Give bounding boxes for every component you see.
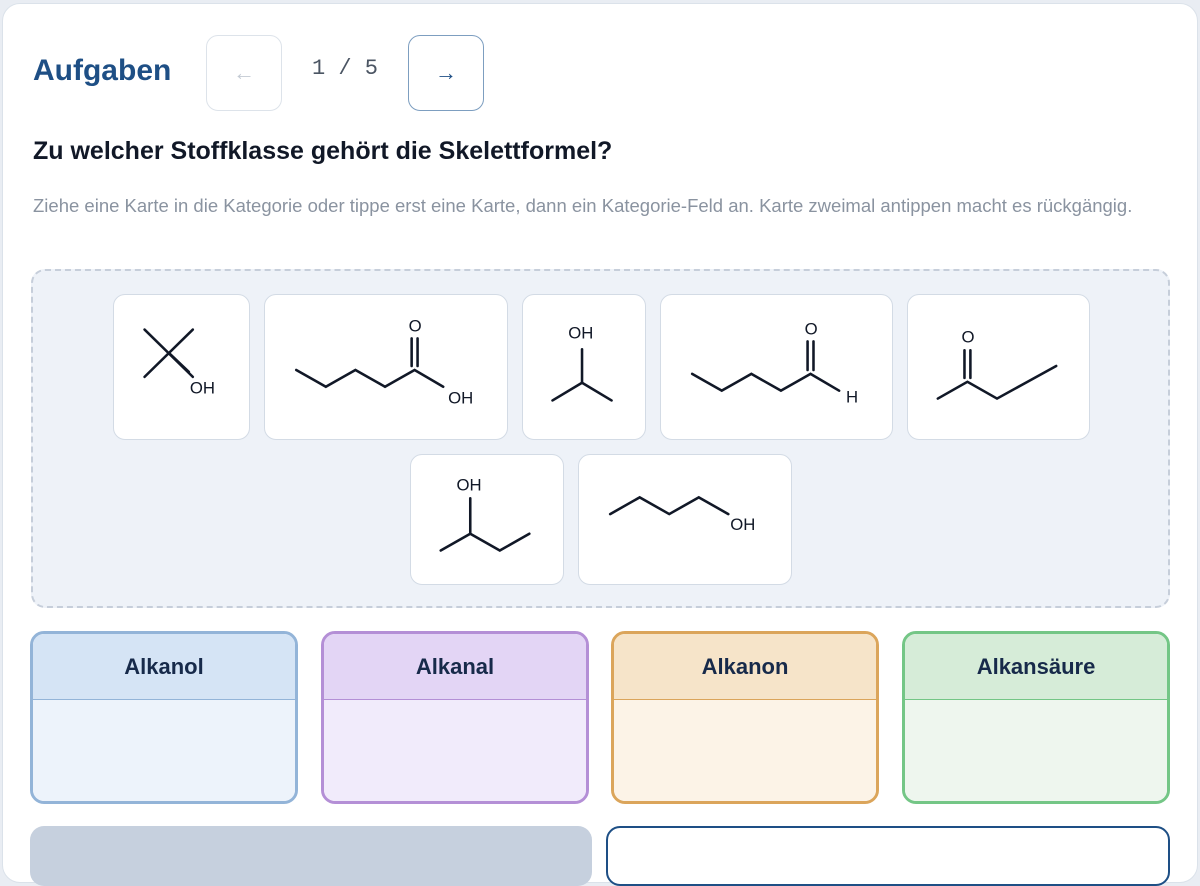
- category-alkanon[interactable]: Alkanon: [611, 631, 879, 804]
- category-label: Alkanol: [33, 634, 295, 700]
- primary-button[interactable]: [606, 826, 1170, 886]
- skeletal-formula: OH: [439, 475, 531, 552]
- skeletal-formula: O OH: [294, 316, 473, 407]
- category-dropzone[interactable]: [614, 700, 876, 801]
- oh-label: OH: [568, 323, 593, 342]
- skeletal-formula: OH: [608, 495, 755, 534]
- prev-button[interactable]: ←: [206, 35, 282, 111]
- category-dropzone[interactable]: [324, 700, 586, 801]
- skeletal-formula: O: [936, 327, 1058, 401]
- page-title: Aufgaben: [33, 54, 172, 87]
- question-text: Zu welcher Stoffklasse gehört die Skelet…: [33, 137, 613, 165]
- oh-label: OH: [190, 379, 215, 398]
- formula-card[interactable]: OH: [410, 454, 564, 585]
- formula-card[interactable]: O OH: [264, 294, 508, 440]
- h-label: H: [846, 388, 858, 407]
- skeletal-formula: OH: [143, 328, 215, 398]
- arrow-right-icon: →: [435, 60, 457, 85]
- card-pool[interactable]: OH O OH OH O H O OH OH: [31, 269, 1170, 608]
- secondary-button[interactable]: [30, 826, 592, 886]
- category-label: Alkansäure: [905, 634, 1167, 700]
- o-label: O: [805, 319, 818, 338]
- category-dropzone[interactable]: [905, 700, 1167, 801]
- instructions-text: Ziehe eine Karte in die Kategorie oder t…: [33, 195, 1133, 216]
- skeletal-formula: O H: [690, 319, 858, 407]
- o-label: O: [409, 316, 422, 335]
- formula-card[interactable]: OH: [578, 454, 792, 585]
- category-dropzone[interactable]: [33, 700, 295, 801]
- oh-label: OH: [448, 388, 473, 407]
- formula-card[interactable]: O: [907, 294, 1090, 440]
- formula-card[interactable]: OH: [113, 294, 250, 440]
- oh-label: OH: [730, 515, 755, 534]
- category-label: Alkanon: [614, 634, 876, 700]
- category-alkansaeure[interactable]: Alkansäure: [902, 631, 1170, 804]
- formula-card[interactable]: O H: [660, 294, 893, 440]
- task-counter: 1 / 5: [311, 56, 378, 81]
- next-button[interactable]: →: [408, 35, 484, 111]
- category-label: Alkanal: [324, 634, 586, 700]
- oh-label: OH: [456, 475, 481, 494]
- arrow-left-icon: ←: [233, 60, 255, 85]
- formula-card[interactable]: OH: [522, 294, 646, 440]
- o-label: O: [962, 327, 975, 346]
- skeletal-formula: OH: [551, 323, 613, 402]
- category-alkanal[interactable]: Alkanal: [321, 631, 589, 804]
- category-alkanol[interactable]: Alkanol: [30, 631, 298, 804]
